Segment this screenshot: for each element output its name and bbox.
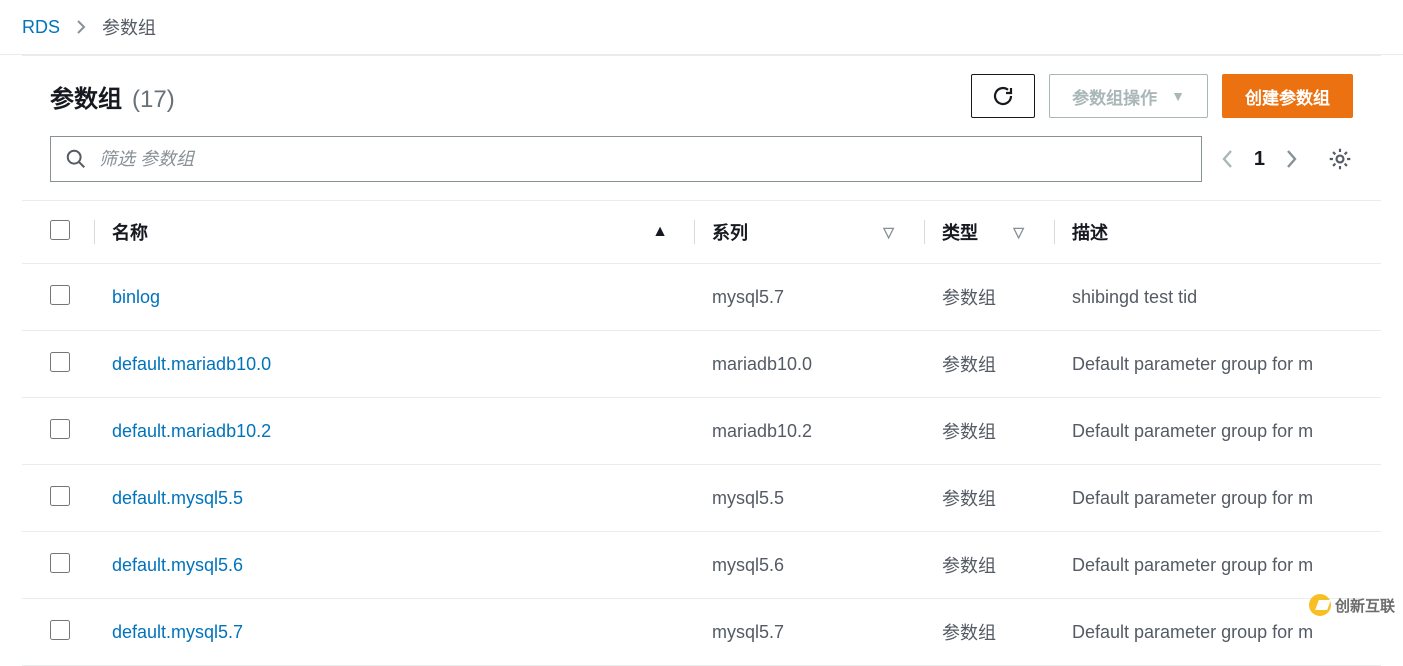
sort-icon: ▽ [1013,224,1024,241]
row-checkbox[interactable] [50,553,70,573]
cell-type: 参数组 [924,331,1054,398]
column-header-name[interactable]: 名称 ▲ [94,201,694,264]
breadcrumb-root-link[interactable]: RDS [22,17,60,38]
breadcrumb: RDS 参数组 [0,0,1403,55]
column-desc-label: 描述 [1072,219,1108,245]
pager: 1 [1220,148,1299,171]
create-button-label: 创建参数组 [1245,84,1330,109]
page-prev-button[interactable] [1220,148,1234,170]
column-series-label: 系列 [712,219,748,245]
watermark: 创新互联 [1309,594,1395,616]
row-checkbox[interactable] [50,352,70,372]
settings-button[interactable] [1327,146,1353,172]
table-row: default.mysql5.7mysql5.7参数组Default param… [22,599,1381,666]
create-parameter-group-button[interactable]: 创建参数组 [1222,74,1353,118]
cell-desc: Default parameter group for m [1054,532,1381,599]
table-row: default.mysql5.6 mysql5.6参数组Default param… [22,532,1381,599]
select-all-checkbox[interactable] [50,220,70,240]
parameter-group-name-link[interactable]: default.mysql5.5 [112,488,243,508]
refresh-icon [991,84,1015,108]
parameter-group-panel: 参数组 (17) 参数组操作 ▼ 创建参数组 [22,55,1381,666]
gear-icon [1327,146,1353,172]
column-name-label: 名称 [112,219,148,245]
row-checkbox[interactable] [50,419,70,439]
caret-down-icon: ▼ [1171,88,1185,104]
search-input[interactable] [99,149,1187,170]
cell-type: 参数组 [924,398,1054,465]
chevron-right-icon [76,20,86,34]
table-row: binlog mysql5.7参数组shibingd test tid [22,264,1381,331]
panel-title: 参数组 (17) [50,79,175,114]
search-wrapper[interactable] [50,136,1202,182]
cell-desc: shibingd test tid [1054,264,1381,331]
search-icon [65,148,87,170]
parameter-group-name-link[interactable]: default.mariadb10.0 [112,354,271,374]
parameter-group-name-link[interactable]: default.mysql5.6 [112,555,243,575]
cell-type: 参数组 [924,599,1054,666]
cell-series: mariadb10.2 [694,398,924,465]
row-checkbox[interactable] [50,620,70,640]
cell-series: mysql5.7 [694,264,924,331]
header-actions: 参数组操作 ▼ 创建参数组 [971,74,1353,118]
cell-desc: Default parameter group for m [1054,465,1381,532]
actions-dropdown-button[interactable]: 参数组操作 ▼ [1049,74,1208,118]
parameter-group-name-link[interactable]: default.mysql5.7 [112,622,243,642]
cell-desc: Default parameter group for m [1054,398,1381,465]
cell-desc: Default parameter group for m [1054,331,1381,398]
table-row: default.mariadb10.0 mariadb10.0参数组Default… [22,331,1381,398]
column-header-desc[interactable]: 描述 [1054,201,1381,264]
cell-series: mariadb10.0 [694,331,924,398]
table-row: default.mysql5.5 mysql5.5参数组Default param… [22,465,1381,532]
breadcrumb-current: 参数组 [102,14,156,40]
column-header-series[interactable]: 系列 ▽ [694,201,924,264]
cell-type: 参数组 [924,465,1054,532]
row-checkbox[interactable] [50,486,70,506]
page-next-button[interactable] [1285,148,1299,170]
actions-dropdown-label: 参数组操作 [1072,84,1157,109]
refresh-button[interactable] [971,74,1035,118]
parameter-group-table: 名称 ▲ 系列 ▽ 类型 ▽ [22,200,1381,666]
watermark-logo-icon [1309,594,1331,616]
panel-title-text: 参数组 [50,79,122,114]
parameter-group-name-link[interactable]: default.mariadb10.2 [112,421,271,441]
sort-icon: ▽ [883,224,894,241]
row-checkbox[interactable] [50,285,70,305]
sort-ascending-icon: ▲ [652,223,668,241]
filter-row: 1 [22,130,1381,200]
column-type-label: 类型 [942,219,978,245]
page-number: 1 [1254,148,1265,171]
watermark-text: 创新互联 [1335,595,1395,616]
cell-series: mysql5.6 [694,532,924,599]
cell-type: 参数组 [924,532,1054,599]
panel-title-count: (17) [132,86,175,114]
panel-header: 参数组 (17) 参数组操作 ▼ 创建参数组 [22,56,1381,130]
parameter-group-name-link[interactable]: binlog [112,287,160,307]
cell-type: 参数组 [924,264,1054,331]
table-row: default.mariadb10.2 mariadb10.2参数组Default… [22,398,1381,465]
column-header-type[interactable]: 类型 ▽ [924,201,1054,264]
cell-series: mysql5.7 [694,599,924,666]
cell-series: mysql5.5 [694,465,924,532]
